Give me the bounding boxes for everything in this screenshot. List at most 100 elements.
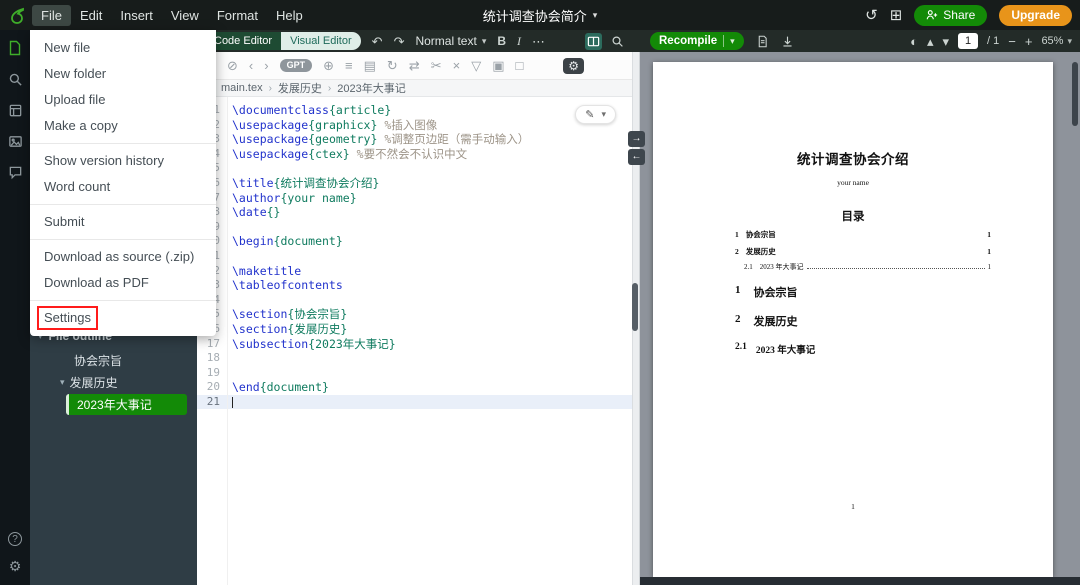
refresh-icon[interactable]: ↻ — [387, 59, 398, 72]
search-icon[interactable] — [611, 35, 624, 48]
code-line[interactable] — [228, 161, 632, 176]
page-up-icon[interactable]: ▴ — [927, 35, 934, 48]
file-menu-item-new-file[interactable]: New file — [30, 35, 216, 61]
download-pdf-icon[interactable] — [781, 35, 794, 48]
code-line[interactable] — [228, 293, 632, 308]
code-line[interactable]: \subsection{2023年大事记} — [228, 337, 632, 352]
file-menu-item-submit[interactable]: Submit — [30, 209, 216, 235]
page-number-input[interactable]: 1 — [958, 33, 978, 49]
history-icon[interactable]: ↺ — [865, 8, 878, 23]
menu-view[interactable]: View — [162, 5, 208, 26]
gpt-badge[interactable]: GPT — [280, 59, 313, 72]
bold-button[interactable]: B — [497, 35, 506, 47]
project-title[interactable]: 统计调查协会简介 ▾ — [483, 6, 598, 25]
block-icon[interactable]: ⊘ — [227, 59, 238, 72]
code-line[interactable] — [228, 366, 632, 381]
cut-icon[interactable]: ✂ — [431, 59, 442, 72]
code-line[interactable]: \end{document} — [228, 380, 632, 395]
file-menu-item-upload-file[interactable]: Upload file — [30, 87, 216, 113]
breadcrumb-item[interactable]: 发展历史 — [278, 80, 322, 96]
file-menu-item-download-as-source-zip[interactable]: Download as source (.zip) — [30, 244, 216, 270]
sync-to-pdf-button[interactable]: → — [628, 131, 645, 147]
code-line[interactable]: \maketitle — [228, 264, 632, 279]
breadcrumb-item[interactable]: 2023年大事记 — [337, 80, 405, 96]
code-line[interactable]: \begin{document} — [228, 234, 632, 249]
recompile-dropdown-icon[interactable]: ▾ — [730, 36, 735, 47]
file-menu-item-download-as-pdf[interactable]: Download as PDF — [30, 270, 216, 296]
file-menu-item-new-folder[interactable]: New folder — [30, 61, 216, 87]
zoom-out-icon[interactable]: − — [1008, 35, 1016, 48]
file-menu-item-settings[interactable]: Settings — [30, 305, 216, 331]
extension-settings-icon[interactable]: ⚙ — [563, 58, 584, 74]
chevron-left-icon[interactable]: ‹ — [249, 59, 253, 72]
translate-icon[interactable]: ⊕ — [323, 59, 334, 72]
code-line[interactable]: \section{协会宗旨} — [228, 307, 632, 322]
code-line[interactable]: \usepackage{graphicx} %插入图像 — [228, 118, 632, 133]
editor-file-icon[interactable] — [7, 40, 23, 56]
zoom-level-dropdown[interactable]: 65% ▾ — [1041, 35, 1072, 47]
redo-icon[interactable]: ↷ — [394, 35, 405, 48]
swap-icon[interactable]: ⇄ — [409, 59, 420, 72]
outline-item-association-purpose[interactable]: 协会宗旨 — [30, 349, 197, 371]
outline-item-2023-events[interactable]: 2023年大事记 — [66, 394, 187, 415]
overleaf-logo[interactable] — [7, 5, 27, 25]
share-button[interactable]: Share — [914, 5, 987, 26]
breadcrumb-item[interactable]: main.tex — [221, 82, 263, 94]
menu-help[interactable]: Help — [267, 5, 312, 26]
integrations-icon[interactable] — [7, 102, 23, 118]
visual-editor-toggle[interactable]: Visual Editor — [281, 32, 361, 50]
close-icon[interactable]: × — [453, 59, 461, 72]
outline-item-development-history[interactable]: ▾ 发展历史 — [30, 371, 197, 393]
upgrade-button[interactable]: Upgrade — [999, 5, 1072, 26]
code-line[interactable] — [228, 395, 632, 410]
file-menu-item-show-version-history[interactable]: Show version history — [30, 148, 216, 174]
help-icon[interactable]: ? — [8, 532, 22, 546]
filter-icon[interactable]: ▽ — [471, 59, 481, 72]
zoom-in-icon[interactable]: + — [1025, 35, 1033, 48]
pdf-scrollbar-thumb[interactable] — [1072, 62, 1078, 126]
copy-icon[interactable]: ▣ — [492, 59, 504, 72]
code-line[interactable]: \usepackage{ctex} %要不然会不认识中文 — [228, 147, 632, 162]
page-down-icon[interactable]: ▾ — [942, 35, 949, 48]
menu-edit[interactable]: Edit — [71, 5, 111, 26]
code-line[interactable]: \title{统计调查协会介绍} — [228, 176, 632, 191]
pdf-viewer[interactable]: 统计调查协会介绍 your name 目录 1协会宗旨12发展历史12.1202… — [632, 52, 1080, 585]
layout-grid-icon[interactable]: ⊞ — [890, 8, 903, 23]
code-line[interactable]: \date{} — [228, 205, 632, 220]
code-line[interactable]: \usepackage{geometry} %调整页边距（需手动输入） — [228, 132, 632, 147]
menu-insert[interactable]: Insert — [111, 5, 162, 26]
paste-icon[interactable]: □ — [516, 59, 524, 72]
search-icon[interactable] — [7, 71, 23, 87]
chevron-right-icon[interactable]: › — [264, 59, 268, 72]
file-menu-item-make-a-copy[interactable]: Make a copy — [30, 113, 216, 139]
editor-scrollbar-thumb[interactable] — [632, 283, 638, 331]
contrast-icon[interactable]: ◐ — [910, 35, 918, 48]
code-line[interactable]: \documentclass{article} — [228, 103, 632, 118]
menu-format[interactable]: Format — [208, 5, 267, 26]
menu-file[interactable]: File — [32, 5, 71, 26]
file-menu-item-word-count[interactable]: Word count — [30, 174, 216, 200]
code-line[interactable]: \section{发展历史} — [228, 322, 632, 337]
recompile-button[interactable]: Recompile ▾ — [650, 32, 744, 50]
logs-icon[interactable] — [756, 35, 769, 48]
paragraph-style-dropdown[interactable]: Normal text ▾ — [415, 34, 486, 48]
layout-columns-icon[interactable] — [585, 33, 602, 50]
code-line[interactable] — [228, 351, 632, 366]
review-widget[interactable]: ✎ ▾ — [575, 105, 616, 124]
chat-icon[interactable] — [7, 164, 23, 180]
code-editor-toggle[interactable]: Code Editor — [205, 32, 281, 50]
image-icon[interactable] — [7, 133, 23, 149]
gear-icon[interactable]: ⚙ — [9, 559, 22, 573]
menu-icon[interactable]: ≡ — [345, 59, 353, 72]
undo-icon[interactable]: ↶ — [372, 35, 383, 48]
notes-icon[interactable]: ▤ — [364, 59, 376, 72]
pdf-horizontal-scrollbar[interactable] — [632, 577, 1080, 585]
more-tools-icon[interactable]: ⋯ — [532, 35, 545, 48]
code-line[interactable] — [228, 249, 632, 264]
code-editor[interactable]: 123456789101112131415161718192021 \docum… — [197, 97, 632, 585]
code-line[interactable] — [228, 220, 632, 235]
code-line[interactable]: \tableofcontents — [228, 278, 632, 293]
code-line[interactable]: \author{your name} — [228, 191, 632, 206]
sync-to-code-button[interactable]: ← — [628, 149, 645, 165]
italic-button[interactable]: I — [517, 35, 521, 47]
